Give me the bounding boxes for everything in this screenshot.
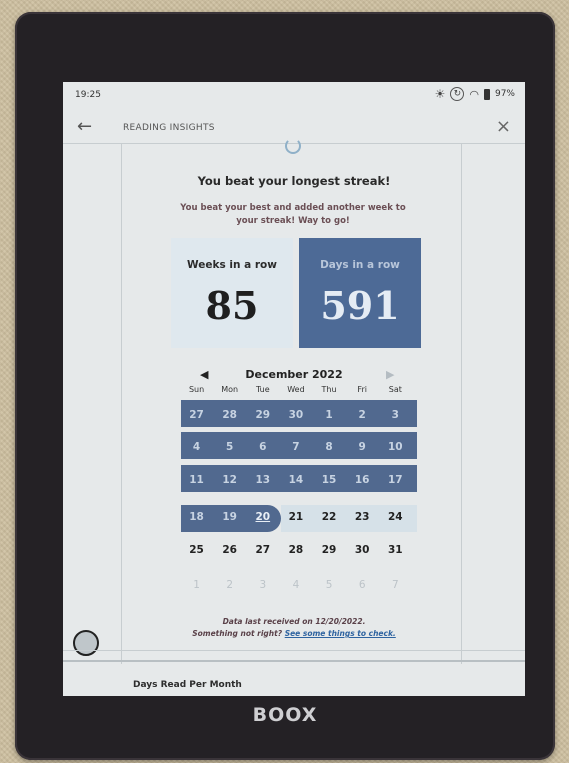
next-month-icon[interactable]: ▶ (386, 368, 394, 381)
calendar-day[interactable]: 5 (213, 441, 246, 453)
wifi-icon[interactable]: ◠ (469, 88, 479, 101)
calendar-day[interactable]: 24 (379, 511, 412, 523)
calendar-day[interactable]: 28 (279, 544, 312, 556)
screen: 19:25 ☀ ↻ ◠ 97% ← READING INSIGHTS × You… (63, 82, 525, 696)
help-link[interactable]: See some things to check. (285, 629, 396, 638)
calendar-day[interactable]: 30 (346, 544, 379, 556)
calendar-day[interactable]: 18 (180, 511, 213, 523)
calendar-day[interactable]: 6 (246, 441, 279, 453)
calendar-day[interactable]: 10 (379, 441, 412, 453)
calendar-day[interactable]: 27 (246, 544, 279, 556)
badge-ring-icon (285, 138, 301, 154)
calendar-week-6: 1 2 3 4 5 6 7 (180, 579, 412, 591)
calendar-day[interactable]: 21 (279, 511, 312, 523)
calendar-day[interactable]: 31 (379, 544, 412, 556)
calendar-day[interactable]: 16 (346, 474, 379, 486)
panel-border-left (121, 144, 122, 664)
divider (63, 660, 525, 662)
calendar-day[interactable]: 13 (246, 474, 279, 486)
days-label: Days in a row (320, 259, 400, 271)
back-arrow-icon[interactable]: ← (77, 116, 92, 137)
battery-percent: 97% (494, 89, 515, 99)
calendar-day[interactable]: 25 (180, 544, 213, 556)
weeks-label: Weeks in a row (187, 259, 277, 271)
calendar-week-2: 4 5 6 7 8 9 10 (180, 441, 412, 453)
calendar-day: 4 (292, 579, 300, 591)
calendar-day[interactable]: 8 (313, 441, 346, 453)
weekday-tue: Tue (255, 385, 270, 394)
calendar-day[interactable]: 22 (313, 511, 346, 523)
calendar-week-1: 27 28 29 30 1 2 3 (180, 409, 412, 421)
status-time: 19:25 (75, 90, 101, 100)
status-bar: 19:25 ☀ ↻ ◠ 97% (63, 82, 525, 108)
calendar-day: 5 (325, 579, 333, 591)
divider (63, 650, 525, 651)
calendar-day[interactable]: 17 (379, 474, 412, 486)
calendar-day[interactable]: 4 (180, 441, 213, 453)
streak-message-body: You beat your best and added another wee… (180, 203, 406, 226)
calendar-week-3: 11 12 13 14 15 16 17 (180, 474, 412, 486)
calendar-day[interactable]: 29 (246, 409, 279, 421)
calendar-day: 7 (391, 579, 399, 591)
battery-icon (483, 88, 490, 100)
calendar-week-4: 18 19 20 21 22 23 24 (180, 511, 412, 523)
calendar-day[interactable]: 11 (180, 474, 213, 486)
calendar-weekdays: Sun Mon Tue Wed Thu Fri Sat (180, 385, 412, 394)
status-icons: ☀ ↻ ◠ 97% (435, 87, 515, 101)
calendar-day: 6 (358, 579, 366, 591)
calendar-day[interactable]: 14 (279, 474, 312, 486)
weeks-in-a-row-card[interactable]: Weeks in a row 85 (171, 238, 293, 348)
weeks-value: 85 (205, 283, 259, 328)
weekday-mon: Mon (221, 385, 239, 394)
calendar-day[interactable]: 2 (346, 409, 379, 421)
calendar-day[interactable]: 26 (213, 544, 246, 556)
calendar-day[interactable]: 3 (379, 409, 412, 421)
calendar-day: 1 (193, 579, 200, 591)
brightness-icon[interactable]: ☀ (435, 87, 446, 101)
weekday-sun: Sun (188, 385, 205, 394)
calendar-day[interactable]: 28 (213, 409, 246, 421)
calendar-day[interactable]: 19 (213, 511, 246, 523)
calendar-day[interactable]: 1 (313, 409, 346, 421)
calendar-day[interactable]: 29 (313, 544, 346, 556)
weekday-thu: Thu (321, 385, 337, 394)
days-value: 591 (320, 283, 400, 328)
calendar-week-5: 25 26 27 28 29 30 31 (180, 544, 412, 556)
weekday-sat: Sat (388, 385, 402, 394)
days-read-per-month-title: Days Read Per Month (133, 680, 242, 690)
page-title: READING INSIGHTS (123, 123, 215, 133)
sync-icon[interactable]: ↻ (450, 87, 465, 101)
data-received-note: Data last received on 12/20/2022. Someth… (63, 616, 525, 640)
calendar-day: 3 (259, 579, 267, 591)
calendar-day: 2 (226, 579, 234, 591)
calendar-day[interactable]: 27 (180, 409, 213, 421)
device-brand-logo: BOOX (252, 704, 318, 726)
calendar-day[interactable]: 30 (279, 409, 312, 421)
calendar-day-today[interactable]: 20 (246, 511, 279, 523)
data-received-text: Data last received on 12/20/2022. (222, 617, 366, 626)
close-icon[interactable]: × (496, 116, 511, 137)
calendar-day[interactable]: 9 (346, 441, 379, 453)
streak-message-title: You beat your longest streak! (197, 174, 391, 188)
help-line: Something not right? See some things to … (63, 628, 525, 640)
weekday-fri: Fri (357, 385, 367, 394)
ereader-device: 19:25 ☀ ↻ ◠ 97% ← READING INSIGHTS × You… (15, 12, 555, 760)
calendar-day[interactable]: 15 (313, 474, 346, 486)
calendar-day[interactable]: 12 (213, 474, 246, 486)
weekday-wed: Wed (287, 385, 305, 394)
days-in-a-row-card[interactable]: Days in a row 591 (299, 238, 421, 348)
floating-ball-button[interactable] (73, 630, 99, 656)
calendar-month: December 2022 (245, 368, 343, 381)
calendar-day[interactable]: 7 (279, 441, 312, 453)
help-prefix: Something not right? (192, 629, 285, 638)
panel-border-right (461, 144, 462, 664)
calendar-day[interactable]: 23 (346, 511, 379, 523)
